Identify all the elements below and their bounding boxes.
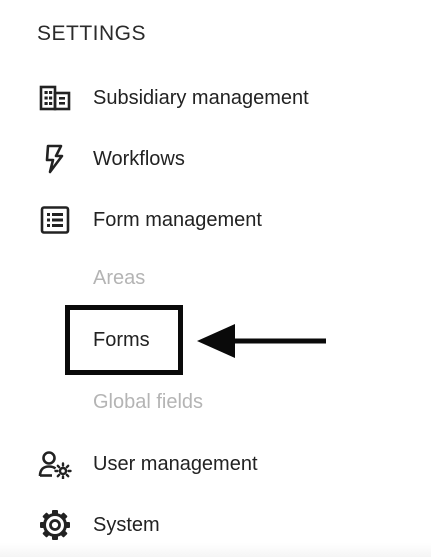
list-icon (36, 201, 74, 239)
annotation-arrow (197, 324, 326, 358)
building-icon (36, 79, 74, 117)
nav-label-form-management: Form management (93, 208, 262, 231)
nav-label-system: System (93, 513, 160, 536)
nav-item-subsidiary-management[interactable]: Subsidiary management (36, 78, 396, 118)
subitem-global-fields[interactable]: Global fields (93, 391, 203, 414)
nav-label-subsidiary-management: Subsidiary management (93, 86, 309, 109)
bottom-edge (0, 543, 431, 557)
nav-label-user-management: User management (93, 452, 258, 475)
nav-item-user-management[interactable]: User management (36, 444, 396, 484)
user-gear-icon (36, 445, 74, 483)
lightning-icon (36, 140, 74, 178)
gear-icon (36, 506, 74, 544)
nav-item-system[interactable]: System (36, 505, 396, 545)
nav-item-form-management[interactable]: Form management (36, 200, 396, 240)
highlight-box (65, 305, 183, 375)
nav-label-workflows: Workflows (93, 147, 185, 170)
nav-item-workflows[interactable]: Workflows (36, 139, 396, 179)
subitem-areas[interactable]: Areas (93, 267, 145, 290)
settings-title: SETTINGS (37, 22, 147, 45)
